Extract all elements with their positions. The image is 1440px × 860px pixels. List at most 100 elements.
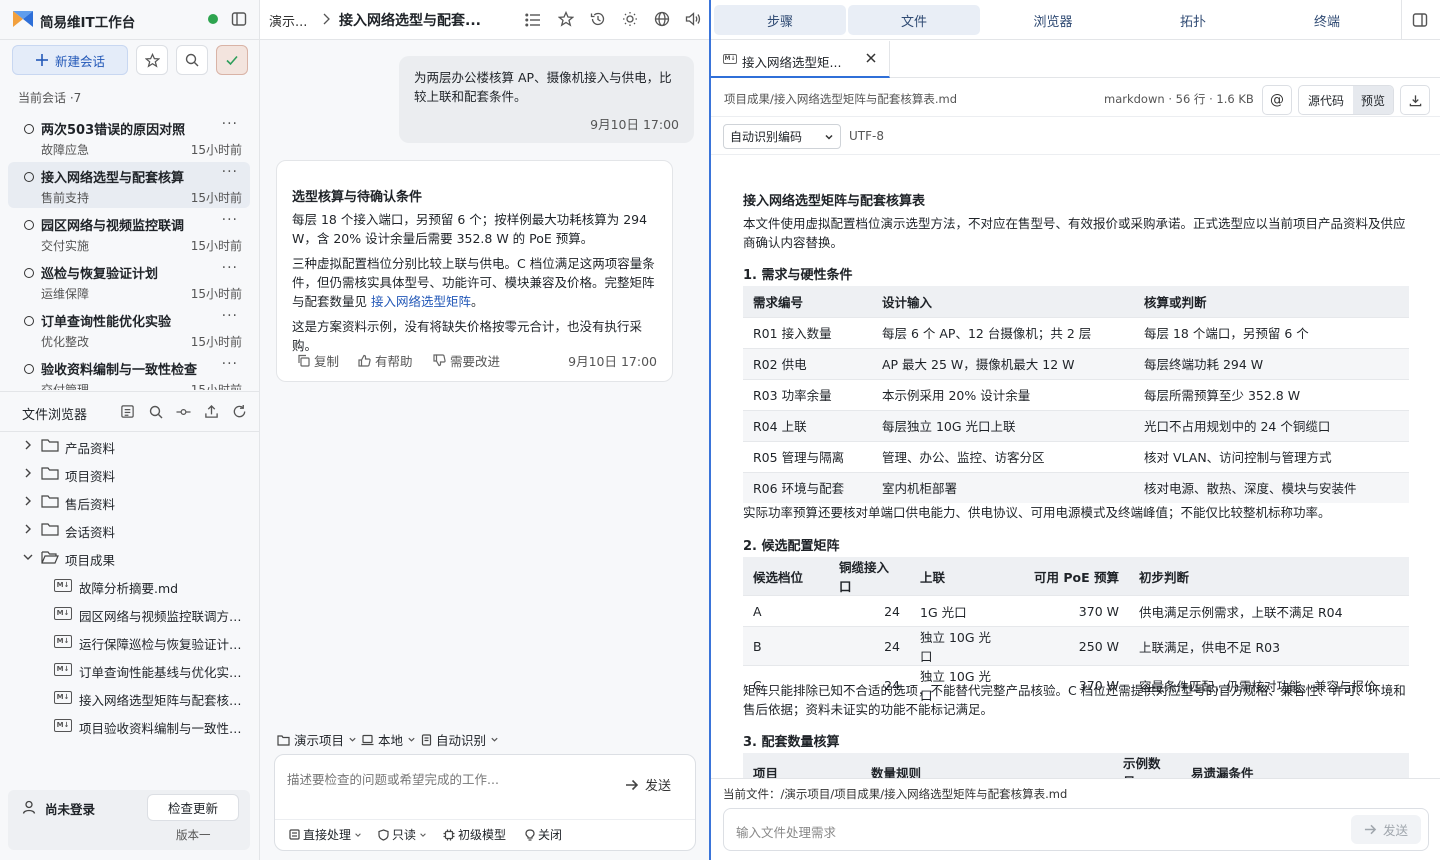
view-preview-button[interactable]: 预览 [1353, 86, 1393, 114]
star-icon[interactable] [558, 11, 574, 27]
more-icon[interactable]: ··· [222, 356, 238, 372]
file-item[interactable]: M↓ 接入网络选型矩阵与配套核算表.md [0, 684, 258, 712]
file-send-button[interactable]: 发送 [1351, 815, 1421, 844]
file-item[interactable]: M↓ 园区网络与视频监控联调方案.md [0, 600, 258, 628]
commit-icon[interactable] [176, 405, 191, 419]
file-item[interactable]: M↓ 项目验收资料编制与一致性检查.md [0, 712, 258, 740]
doc-note: 实际功率预算还要核对单端口供电能力、供电协议、可用电源模式及终端峰值；不能仅比较… [743, 505, 1331, 520]
folder-item[interactable]: 会话资料 [0, 516, 258, 544]
mode-direct-select[interactable]: 直接处理 [289, 826, 362, 843]
tab-steps[interactable]: 步骤 [714, 5, 846, 35]
folder-icon [41, 523, 59, 536]
session-item[interactable]: 两次503错误的原因对照 故障应急 15小时前 ··· [8, 114, 250, 160]
project-select[interactable]: 演示项目 [277, 730, 357, 749]
user-name[interactable]: 尚未登录 [45, 799, 95, 818]
tab-browser[interactable]: 浏览器 [987, 5, 1119, 35]
table-cell: 本示例采用 20% 设计余量 [872, 378, 1134, 410]
more-icon[interactable]: ··· [222, 260, 238, 276]
table-cell: 每层 18 个端口，另预留 6 个 [1134, 316, 1409, 348]
table-row: R04 上联 每层独立 10G 光口上联 光口不占用规划中的 24 个铜缆口 [743, 409, 1409, 441]
file-tab[interactable]: M↓ 接入网络选型矩... [711, 41, 890, 78]
table-header: 需求编号 [743, 286, 872, 317]
helpful-button[interactable]: 有帮助 [358, 351, 413, 370]
table-cell: 每层 6 个 AP、12 台摄像机；共 2 层 [872, 316, 1134, 348]
session-item[interactable]: 园区网络与视频监控联调 交付实施 15小时前 ··· [8, 210, 250, 256]
chat-input[interactable]: 描述要检查的问题或希望完成的工作... [287, 769, 499, 788]
tab-topology[interactable]: 拓扑 [1127, 5, 1259, 35]
mode-direct-label: 直接处理 [303, 828, 352, 842]
file-link[interactable]: 接入网络选型矩阵 [371, 294, 471, 309]
table-cell: R03 功率余量 [743, 378, 872, 410]
encoding-select[interactable]: 自动识别编码 [723, 124, 841, 149]
table-cell: 每层终端功耗 294 W [1134, 347, 1409, 379]
session-item[interactable]: 订单查询性能优化实验 优化整改 15小时前 ··· [8, 306, 250, 352]
assistant-reply: 选型核算与待确认条件 每层 18 个接入端口，另预留 6 个；按样例最大功耗核算… [276, 160, 673, 382]
model-select[interactable]: 初级模型 [443, 826, 506, 843]
history-icon[interactable] [590, 11, 606, 27]
check-icon [226, 55, 238, 66]
folder-icon [41, 439, 59, 452]
session-item[interactable]: 接入网络选型与配套核算 售前支持 15小时前 ··· [8, 162, 250, 208]
language-select[interactable]: 自动识别 [421, 730, 499, 749]
close-icon[interactable] [865, 52, 877, 64]
table-cell: 供电满足示例需求，上联不满足 R04 [1129, 595, 1409, 627]
file-item[interactable]: M↓ 订单查询性能基线与优化实验.md [0, 656, 258, 684]
chevron-down-icon [349, 737, 356, 742]
file-label: 运行保障巡检与恢复验证计划.md [79, 637, 251, 652]
session-item[interactable]: 巡检与恢复验证计划 运维保障 15小时前 ··· [8, 258, 250, 304]
view-source-button[interactable]: 源代码 [1299, 86, 1353, 114]
improve-button[interactable]: 需要改进 [433, 351, 500, 370]
breadcrumb-project[interactable]: 演示... [269, 11, 307, 30]
collapse-sidebar-icon[interactable] [231, 11, 247, 27]
upload-icon[interactable] [204, 404, 219, 419]
chat-panel: 演示... 接入网络选型与配套... 为两层办公楼核算 AP、摄像机接入与供电，… [260, 0, 710, 860]
globe-icon[interactable] [654, 11, 670, 27]
environment-select[interactable]: 本地 [361, 730, 416, 749]
refresh-icon[interactable] [232, 404, 247, 419]
search-files-icon[interactable] [149, 405, 163, 419]
folder-item[interactable]: 产品资料 [0, 432, 258, 460]
folder-item[interactable]: 项目资料 [0, 460, 258, 488]
speaker-icon[interactable] [685, 11, 702, 27]
tab-files[interactable]: 文件 [848, 5, 980, 35]
list-icon[interactable] [525, 12, 541, 28]
folder-label: 项目资料 [65, 469, 116, 484]
chevron-down-icon [825, 134, 833, 140]
table-cell: 核对 VLAN、访问控制与管理方式 [1134, 440, 1409, 472]
new-chat-button[interactable]: 新建会话 [12, 45, 128, 75]
app-title: 简易维IT工作台 [40, 15, 136, 31]
doc-title: 接入网络选型矩阵与配套核算表 [743, 194, 926, 209]
search-sessions-button[interactable] [176, 45, 208, 75]
toggle-panel-icon[interactable] [1412, 12, 1428, 28]
folder-label: 项目成果 [65, 553, 116, 568]
file-item[interactable]: M↓ 运行保障巡检与恢复验证计划.md [0, 628, 258, 656]
list-icon [289, 829, 300, 840]
favorites-button[interactable] [136, 45, 168, 75]
check-update-button[interactable]: 检查更新 [147, 794, 239, 821]
folder-item[interactable]: 售后资料 [0, 488, 258, 516]
send-button[interactable]: 发送 [625, 775, 671, 794]
more-icon[interactable]: ··· [222, 116, 238, 132]
tab-terminal[interactable]: 终端 [1261, 5, 1393, 35]
table-cell: 室内机柜部署 [872, 471, 1134, 503]
markdown-file-icon: M↓ [54, 579, 72, 592]
table-cell: R02 供电 [743, 347, 872, 379]
mode-readonly-select[interactable]: 只读 [378, 826, 427, 843]
new-file-icon[interactable] [120, 404, 135, 419]
more-icon[interactable]: ··· [222, 308, 238, 324]
copy-button[interactable]: 复制 [297, 351, 339, 370]
hint-toggle[interactable]: 关闭 [525, 826, 562, 843]
select-mode-button[interactable] [216, 45, 248, 75]
session-item[interactable]: 验收资料编制与一致性检查 交付管理 15小时前 ··· [8, 354, 250, 390]
theme-sun-icon[interactable] [622, 11, 638, 27]
download-button[interactable] [1400, 85, 1430, 115]
folder-item-expanded[interactable]: 项目成果 [0, 544, 258, 572]
more-icon[interactable]: ··· [222, 164, 238, 180]
file-item[interactable]: M↓ 故障分析摘要.md [0, 572, 258, 600]
doc-heading: 2. 候选配置矩阵 [743, 539, 840, 554]
more-icon[interactable]: ··· [222, 212, 238, 228]
table-header: 示例数量 [1113, 753, 1181, 778]
mention-button[interactable]: @ [1262, 85, 1292, 115]
file-request-input[interactable]: 输入文件处理需求 [736, 822, 836, 841]
reply-time: 9月10日 17:00 [568, 354, 657, 369]
